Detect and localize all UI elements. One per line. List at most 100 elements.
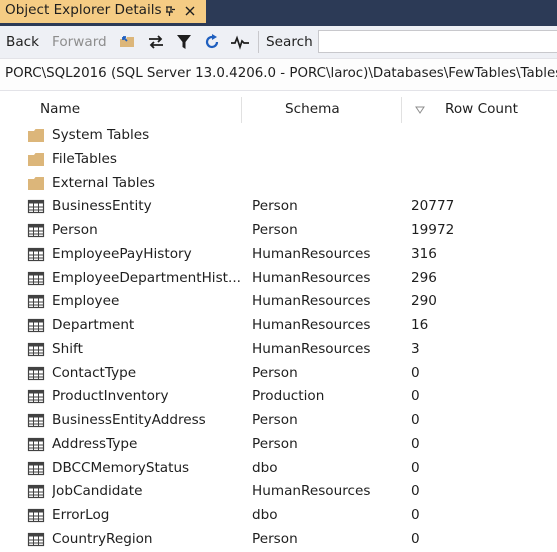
item-row-count: 0 [411,530,420,547]
column-header-row: Name Schema Row Count [0,97,557,123]
sort-descending-icon [415,106,425,114]
item-name: CountryRegion [52,530,153,547]
item-schema: Person [252,222,298,238]
pin-icon[interactable] [163,3,177,18]
list-item[interactable]: BusinessEntityAddress Person 0 [0,409,557,433]
item-name: Person [52,222,98,238]
item-row-count: 20777 [411,198,455,215]
list-item[interactable]: ContactType Person 0 [0,362,557,386]
column-divider[interactable] [401,97,402,123]
list-item[interactable]: ErrorLog dbo 0 [0,504,557,528]
item-row-count: 0 [411,435,420,452]
table-icon [27,413,45,428]
item-row-count: 290 [411,293,437,310]
column-header-row-count[interactable]: Row Count [445,101,518,117]
search-input[interactable] [318,30,557,53]
item-name: DBCCMemoryStatus [52,459,190,476]
item-row-count: 0 [411,507,420,523]
item-schema: Person [252,198,298,215]
list-item[interactable]: EmployeePayHistory HumanResources 316 [0,243,557,267]
item-schema: Person [252,530,298,547]
list-item[interactable]: FileTables [0,148,557,172]
table-icon [27,200,45,214]
table-icon [27,271,45,285]
item-schema: dbo [252,507,278,523]
column-header-schema[interactable]: Schema [285,101,340,117]
folder-icon [28,176,44,190]
list-item[interactable]: Employee HumanResources 290 [0,290,557,314]
table-icon [27,295,45,309]
list-item[interactable]: System Tables [0,124,557,148]
filter-icon[interactable] [174,32,194,52]
item-row-count: 316 [411,245,437,262]
list-item[interactable]: CountryRegion Person 0 [0,528,557,552]
folder-icon [28,129,44,142]
list-item[interactable]: Person Person 19972 [0,219,557,243]
item-row-count: 3 [411,340,420,357]
item-name: EmployeeDepartmentHist... [52,269,240,286]
list-item[interactable]: AddressType Person 0 [0,433,557,457]
tab-object-explorer-details[interactable]: Object Explorer Details [0,0,206,23]
item-row-count: 19972 [411,222,455,238]
table-icon [27,366,45,380]
tab-strip: Object Explorer Details [0,0,557,26]
forward-button[interactable]: Forward [52,34,107,50]
item-name: Employee [52,293,120,310]
list-item[interactable]: JobCandidate HumanResources 0 [0,480,557,504]
list-item[interactable]: DBCCMemoryStatus dbo 0 [0,457,557,481]
table-icon [27,318,45,333]
item-name: Shift [52,340,83,357]
item-row-count: 0 [411,459,420,476]
item-name: BusinessEntity [52,198,152,215]
item-name: Department [52,317,135,333]
item-name: ContactType [52,364,137,381]
column-header-name[interactable]: Name [40,101,80,117]
list-item[interactable]: External Tables [0,172,557,196]
toolbar: Back Forward Search [0,26,557,58]
table-icon [27,342,45,356]
search-label: Search [266,34,313,50]
table-list: System Tables FileTables External Tables Bu… [0,124,557,552]
item-name: ErrorLog [52,507,110,523]
breadcrumb-path: PORC\SQL2016 (SQL Server 13.0.4206.0 - P… [5,66,557,81]
activity-monitor-icon[interactable] [230,32,250,52]
item-row-count: 16 [411,317,429,333]
item-name: JobCandidate [52,483,143,500]
item-name: EmployeePayHistory [52,245,192,262]
table-icon [27,223,45,238]
item-schema: HumanResources [252,483,371,500]
item-schema: HumanResources [252,340,371,357]
table-icon [27,485,45,499]
table-icon [27,532,45,546]
refresh-icon[interactable] [202,32,222,52]
table-icon [27,461,45,475]
item-schema: HumanResources [252,293,371,310]
item-schema: Person [252,435,298,452]
list-item[interactable]: ProductInventory Production 0 [0,385,557,409]
back-button[interactable]: Back [6,34,39,50]
item-name: AddressType [52,435,138,452]
sync-folder-icon[interactable] [118,32,138,52]
table-icon [27,247,45,261]
tab-title: Object Explorer Details [5,2,162,18]
table-icon [27,437,45,451]
item-schema: Production [252,388,325,405]
item-schema: HumanResources [252,245,371,262]
item-row-count: 0 [411,483,420,500]
item-schema: HumanResources [252,269,371,286]
swap-arrows-icon[interactable] [146,32,166,52]
close-icon[interactable] [183,3,197,18]
list-item[interactable]: EmployeeDepartmentHist... HumanResources 2… [0,267,557,291]
item-name: External Tables [52,174,155,191]
table-icon [27,390,45,404]
list-item[interactable]: BusinessEntity Person 20777 [0,195,557,219]
column-divider[interactable] [241,97,242,123]
item-name: FileTables [52,150,117,167]
list-item[interactable]: Shift HumanResources 3 [0,338,557,362]
item-row-count: 0 [411,388,420,405]
item-name: BusinessEntityAddress [52,412,206,428]
item-schema: Person [252,364,298,381]
breadcrumb: PORC\SQL2016 (SQL Server 13.0.4206.0 - P… [0,58,557,91]
list-item[interactable]: Department HumanResources 16 [0,314,557,338]
item-row-count: 0 [411,412,420,428]
